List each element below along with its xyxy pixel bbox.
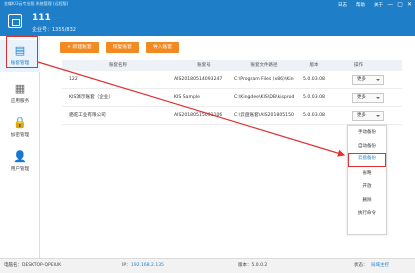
status-version: 版本：5.0.0.2 xyxy=(238,263,268,268)
annotation-arrow xyxy=(37,61,346,157)
status-right-value: 局域主控 xyxy=(371,263,389,268)
status-ip-label: IP： xyxy=(122,263,131,268)
status-ip-value: 192.168.2.135 xyxy=(131,263,164,268)
status-pc-name: 电脑名：DESKTOP-QPEIUK xyxy=(4,263,62,268)
status-right-label: 状态： xyxy=(354,263,368,268)
status-bar: 电脑名：DESKTOP-QPEIUK IP： 192.168.2.135 版本：… xyxy=(0,258,415,273)
